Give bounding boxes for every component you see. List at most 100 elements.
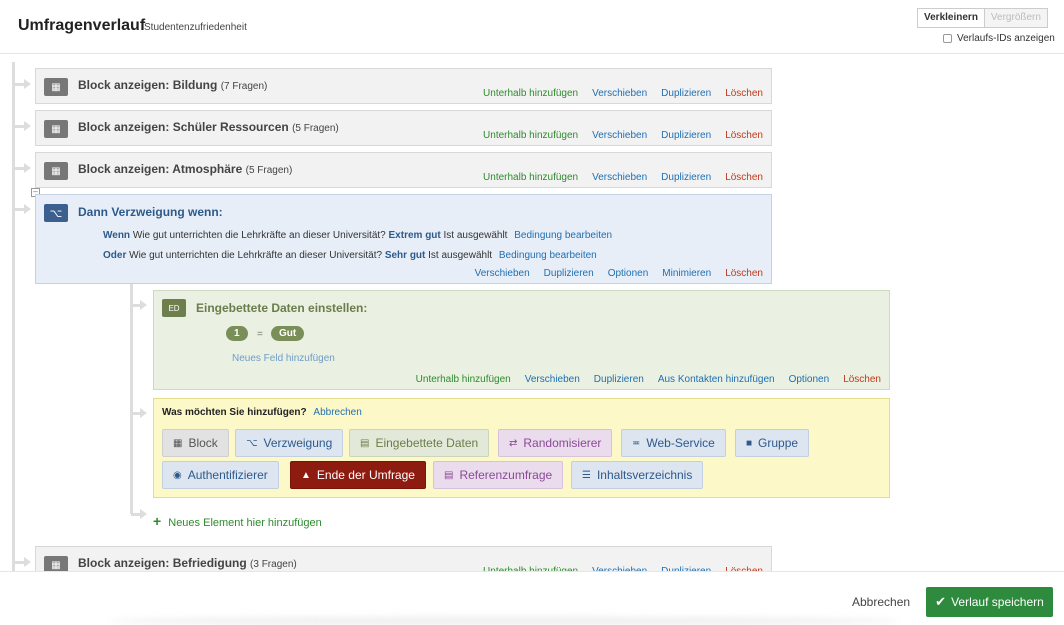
block-title: Block anzeigen: Befriedigung (3 Fragen): [78, 556, 297, 570]
move-link[interactable]: Verschieben: [592, 88, 647, 99]
flow-arrow-icon: [24, 163, 31, 173]
lock-icon: ◉: [173, 469, 182, 481]
clipboard-icon: ▤: [444, 469, 454, 481]
move-link[interactable]: Verschieben: [592, 172, 647, 183]
question-count: (5 Fragen): [245, 165, 293, 176]
question-count: (7 Fragen): [220, 81, 268, 92]
add-below-link[interactable]: Unterhalb hinzufügen: [416, 374, 511, 385]
cancel-button[interactable]: Abbrechen: [852, 595, 910, 609]
add-group-button[interactable]: ■ Gruppe: [735, 429, 810, 457]
embedded-actions: Unterhalb hinzufügen Verschieben Duplizi…: [416, 374, 881, 385]
option-label: Ende der Umfrage: [316, 468, 415, 482]
cube-icon: ▦: [44, 162, 68, 180]
add-field-link[interactable]: Neues Feld hinzufügen: [232, 353, 335, 364]
flow-arrow-icon: [24, 204, 31, 214]
duplicate-link[interactable]: Duplizieren: [594, 374, 644, 385]
rss-icon: ≖: [632, 437, 641, 449]
duplicate-link[interactable]: Duplizieren: [661, 88, 711, 99]
branch-element[interactable]: ⌥ Dann Verzweigung wenn: Wenn Wie gut un…: [35, 194, 772, 284]
cancel-add-link[interactable]: Abbrechen: [313, 407, 361, 418]
flow-block[interactable]: ▦ Block anzeigen: Bildung (7 Fragen) Unt…: [35, 68, 772, 104]
flow-arrow-icon: [140, 509, 147, 519]
add-block-button[interactable]: ▦ Block: [162, 429, 229, 457]
checkmark-icon: ✔: [935, 594, 947, 609]
branch-connector-line: [130, 284, 133, 514]
flow-block[interactable]: ▦ Block anzeigen: Befriedigung (3 Fragen…: [35, 546, 772, 571]
add-prompt: Was möchten Sie hinzufügen? Abbrechen: [162, 407, 362, 418]
zoom-in-button[interactable]: Vergrößern: [984, 8, 1048, 28]
condition-answer: Extrem gut: [388, 230, 441, 241]
options-link[interactable]: Optionen: [789, 374, 830, 385]
add-embedded-data-button[interactable]: ▤ Eingebettete Daten: [349, 429, 490, 457]
option-label: Inhaltsverzeichnis: [596, 468, 693, 482]
block-title: Block anzeigen: Schüler Ressourcen (5 Fr…: [78, 120, 339, 134]
duplicate-link[interactable]: Duplizieren: [544, 268, 594, 279]
flow-arrow-icon: [140, 300, 147, 310]
add-web-service-button[interactable]: ≖ Web-Service: [621, 429, 726, 457]
option-label: Block: [188, 436, 218, 450]
option-label: Randomisierer: [523, 436, 602, 450]
minimize-link[interactable]: Minimieren: [662, 268, 711, 279]
add-element-panel: Was möchten Sie hinzufügen? Abbrechen ▦ …: [153, 398, 890, 498]
flow-block[interactable]: ▦ Block anzeigen: Atmosphäre (5 Fragen) …: [35, 152, 772, 188]
edit-condition-link[interactable]: Bedingung bearbeiten: [514, 230, 612, 241]
delete-link[interactable]: Löschen: [843, 374, 881, 385]
option-label: Eingebettete Daten: [375, 436, 479, 450]
option-label: Authentifizierer: [187, 468, 268, 482]
embedded-field-name[interactable]: 1: [226, 326, 248, 341]
save-flow-button[interactable]: ✔ Verlauf speichern: [926, 587, 1053, 617]
delete-link[interactable]: Löschen: [725, 88, 763, 99]
add-randomizer-button[interactable]: ⇄ Randomisierer: [498, 429, 613, 457]
zoom-controls: Verkleinern Vergrößern: [917, 8, 1048, 28]
embedded-field-value[interactable]: Gut: [271, 326, 305, 341]
move-link[interactable]: Verschieben: [525, 374, 580, 385]
condition-conjunction: Wenn: [103, 230, 131, 241]
block-title: Block anzeigen: Bildung (7 Fragen): [78, 78, 267, 92]
edit-condition-link[interactable]: Bedingung bearbeiten: [499, 250, 597, 261]
duplicate-link[interactable]: Duplizieren: [661, 130, 711, 141]
flow-arrow-icon: [140, 408, 147, 418]
show-ids-checkbox[interactable]: [943, 34, 952, 43]
delete-link[interactable]: Löschen: [725, 172, 763, 183]
add-question: Was möchten Sie hinzufügen?: [162, 407, 307, 418]
equals-sign: =: [257, 329, 263, 340]
add-table-of-contents-button[interactable]: ☰ Inhaltsverzeichnis: [571, 461, 704, 489]
embedded-data-icon: ▤: [360, 437, 370, 449]
footer-bar: Abbrechen ✔ Verlauf speichern: [0, 571, 1064, 625]
cube-icon: ▦: [44, 78, 68, 96]
warning-icon: ▲: [301, 469, 311, 481]
add-below-link[interactable]: Unterhalb hinzufügen: [483, 130, 578, 141]
delete-link[interactable]: Löschen: [725, 268, 763, 279]
block-name: Block anzeigen: Atmosphäre: [78, 162, 243, 176]
flow-arrow-icon: [24, 79, 31, 89]
options-link[interactable]: Optionen: [608, 268, 649, 279]
zoom-out-button[interactable]: Verkleinern: [917, 8, 985, 28]
add-from-contacts-link[interactable]: Aus Kontakten hinzufügen: [658, 374, 775, 385]
add-new-element-link[interactable]: + Neues Element hier hinzufügen: [153, 513, 322, 529]
plus-icon: +: [153, 513, 162, 529]
add-reference-survey-button[interactable]: ▤ Referenzumfrage: [433, 461, 564, 489]
branch-actions: Verschieben Duplizieren Optionen Minimie…: [475, 268, 763, 279]
flow-block[interactable]: ▦ Block anzeigen: Schüler Ressourcen (5 …: [35, 110, 772, 146]
add-end-of-survey-button[interactable]: ▲ Ende der Umfrage: [290, 461, 426, 489]
condition-state: Ist ausgewählt: [428, 250, 493, 261]
condition-question: Wie gut unterrichten die Lehrkräfte an d…: [132, 230, 386, 241]
question-count: (5 Fragen): [292, 123, 339, 134]
add-below-link[interactable]: Unterhalb hinzufügen: [483, 172, 578, 183]
show-ids-label: Verlaufs-IDs anzeigen: [957, 33, 1055, 44]
add-authenticator-button[interactable]: ◉ Authentifizierer: [162, 461, 279, 489]
delete-link[interactable]: Löschen: [725, 130, 763, 141]
move-link[interactable]: Verschieben: [592, 130, 647, 141]
folder-icon: ■: [746, 437, 753, 449]
add-branch-button[interactable]: ⌥ Verzweigung: [235, 429, 344, 457]
move-link[interactable]: Verschieben: [475, 268, 530, 279]
flow-canvas: ▦ Block anzeigen: Bildung (7 Fragen) Unt…: [0, 54, 1064, 571]
flow-connector-line: [12, 62, 15, 571]
condition-answer: Sehr gut: [384, 250, 426, 261]
duplicate-link[interactable]: Duplizieren: [661, 172, 711, 183]
show-flow-ids-toggle[interactable]: Verlaufs-IDs anzeigen: [943, 33, 1055, 44]
block-actions: Unterhalb hinzufügen Verschieben Duplizi…: [483, 172, 763, 183]
embedded-data-element[interactable]: ED Eingebettete Daten einstellen: 1 = Gu…: [153, 290, 890, 390]
block-title: Block anzeigen: Atmosphäre (5 Fragen): [78, 162, 292, 176]
add-below-link[interactable]: Unterhalb hinzufügen: [483, 88, 578, 99]
